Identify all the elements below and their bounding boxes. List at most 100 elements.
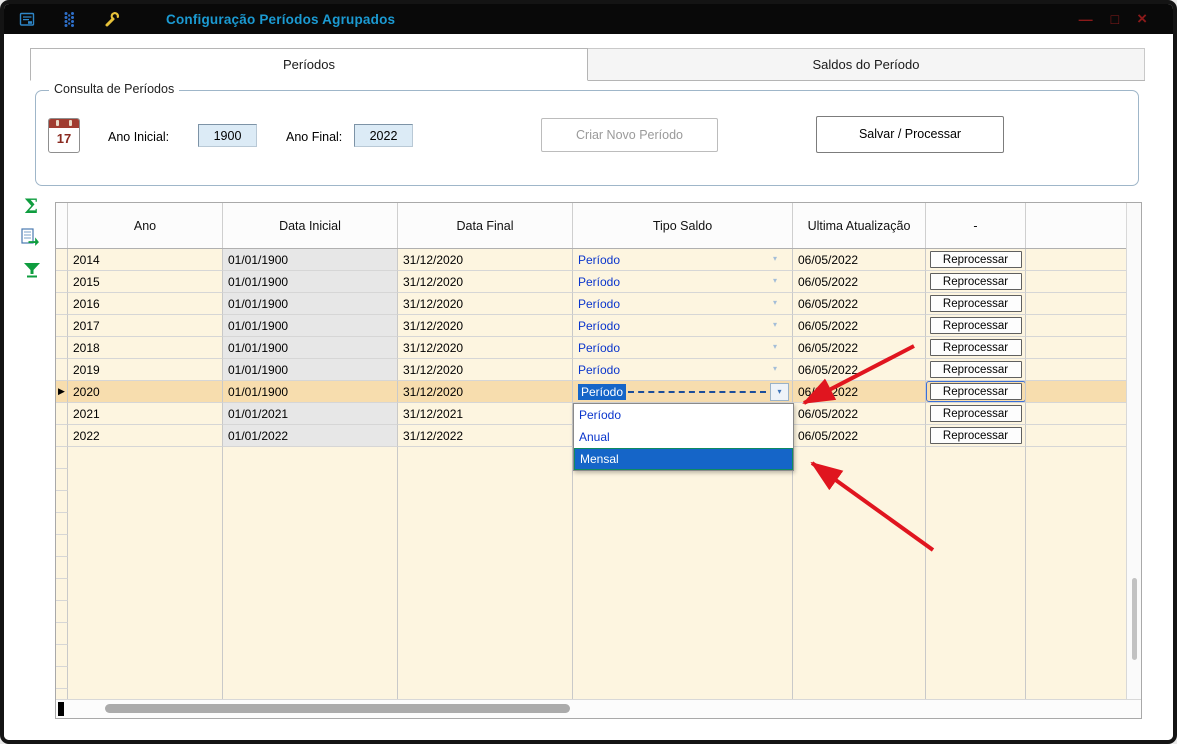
cell-data-inicial[interactable]: 01/01/1900 <box>223 293 398 315</box>
grid-header-data-final[interactable]: Data Final <box>398 203 573 248</box>
tab-periodos[interactable]: Períodos <box>30 48 588 81</box>
tab-saldos-do-periodo[interactable]: Saldos do Período <box>588 48 1145 80</box>
cell-ano[interactable]: 2020 <box>68 381 223 403</box>
grid-header-ano[interactable]: Ano <box>68 203 223 248</box>
cell-data-final[interactable]: 31/12/2022 <box>398 425 573 447</box>
cell-tipo-saldo[interactable]: Período ▾ <box>573 315 793 337</box>
ano-final-input[interactable] <box>354 124 413 147</box>
table-row: 2019 01/01/1900 31/12/2020 Período ▾ 06/05/20… <box>56 359 1127 381</box>
grid-header-data-inicial[interactable]: Data Inicial <box>223 203 398 248</box>
cell-data-final[interactable]: 31/12/2021 <box>398 403 573 425</box>
row-marker <box>56 557 68 579</box>
reprocessar-button[interactable]: Reprocessar <box>929 427 1022 444</box>
cell-tipo-saldo[interactable]: Período ▾ <box>573 249 793 271</box>
cell-ano[interactable]: 2018 <box>68 337 223 359</box>
empty-row <box>56 623 1127 645</box>
reprocessar-button[interactable]: Reprocessar <box>929 295 1022 312</box>
cell-ultima-atualizacao[interactable]: 06/05/2022 <box>793 293 926 315</box>
cell-tipo-saldo[interactable]: Período ▾ <box>573 293 793 315</box>
cell-data-inicial[interactable]: 01/01/2021 <box>223 403 398 425</box>
cell-ultima-atualizacao[interactable]: 06/05/2022 <box>793 315 926 337</box>
reprocessar-button[interactable]: Reprocessar <box>929 273 1022 290</box>
cell-actions: Reprocessar <box>926 403 1026 425</box>
cell-data-final[interactable]: 31/12/2020 <box>398 249 573 271</box>
cell-data-final[interactable]: 31/12/2020 <box>398 293 573 315</box>
cell-data-inicial[interactable]: 01/01/1900 <box>223 337 398 359</box>
empty-cell <box>223 513 398 535</box>
cell-ultima-atualizacao[interactable]: 06/05/2022 <box>793 359 926 381</box>
cell-actions: Reprocessar <box>926 337 1026 359</box>
dots-icon[interactable] <box>60 10 78 28</box>
minimize-button[interactable]: — <box>1079 11 1093 27</box>
vertical-scrollbar[interactable] <box>1126 203 1141 700</box>
cell-tipo-saldo[interactable]: Período ▾ <box>573 359 793 381</box>
reprocessar-button[interactable]: Reprocessar <box>929 361 1022 378</box>
vertical-scrollbar-thumb[interactable] <box>1132 578 1137 660</box>
dropdown-option[interactable]: Período <box>574 404 793 426</box>
cell-data-inicial[interactable]: 01/01/1900 <box>223 381 398 403</box>
tab-bar: Períodos Saldos do Período <box>30 48 1145 81</box>
cell-ano[interactable]: 2017 <box>68 315 223 337</box>
horizontal-scrollbar-thumb[interactable] <box>105 704 570 713</box>
cell-ultima-atualizacao[interactable]: 06/05/2022 <box>793 271 926 293</box>
reprocessar-button[interactable]: Reprocessar <box>929 251 1022 268</box>
maximize-button[interactable]: □ <box>1111 11 1119 27</box>
cell-data-final[interactable]: 31/12/2020 <box>398 359 573 381</box>
cell-ano[interactable]: 2014 <box>68 249 223 271</box>
cell-ultima-atualizacao[interactable]: 06/05/2022 <box>793 425 926 447</box>
cell-tipo-saldo[interactable]: Período ▾ <box>573 381 793 403</box>
cell-data-final[interactable]: 31/12/2020 <box>398 271 573 293</box>
reprocessar-button[interactable]: Reprocessar <box>929 339 1022 356</box>
cell-data-inicial[interactable]: 01/01/2022 <box>223 425 398 447</box>
window-controls: — □ × <box>1079 4 1147 34</box>
table-row: 2014 01/01/1900 31/12/2020 Período ▾ 06/05/20… <box>56 249 1127 271</box>
horizontal-scrollbar[interactable] <box>56 699 1141 718</box>
cell-ultima-atualizacao[interactable]: 06/05/2022 <box>793 337 926 359</box>
cell-data-final[interactable]: 31/12/2020 <box>398 337 573 359</box>
empty-cell <box>926 645 1026 667</box>
grid-header-actions[interactable]: - <box>926 203 1026 248</box>
export-grid-icon[interactable] <box>20 227 42 249</box>
cell-data-final[interactable]: 31/12/2020 <box>398 381 573 403</box>
cell-ultima-atualizacao[interactable]: 06/05/2022 <box>793 249 926 271</box>
cell-ano[interactable]: 2016 <box>68 293 223 315</box>
empty-cell <box>926 579 1026 601</box>
empty-cell <box>1026 623 1127 645</box>
close-button[interactable]: × <box>1137 10 1147 27</box>
grid-header-tipo-saldo[interactable]: Tipo Saldo <box>573 203 793 248</box>
empty-cell <box>573 623 793 645</box>
combo-dropdown-button[interactable]: ▾ <box>770 382 789 401</box>
salvar-processar-button[interactable]: Salvar / Processar <box>816 116 1004 153</box>
empty-cell <box>573 535 793 557</box>
cell-ultima-atualizacao[interactable]: 06/05/2022 <box>793 381 926 403</box>
table-body: Período Anual Mensal 2014 01/01/1900 31/12/2… <box>56 249 1127 700</box>
cell-data-inicial[interactable]: 01/01/1900 <box>223 271 398 293</box>
dropdown-option[interactable]: Mensal <box>574 448 793 470</box>
cell-tipo-saldo[interactable]: Período ▾ <box>573 337 793 359</box>
cell-ano[interactable]: 2021 <box>68 403 223 425</box>
ano-inicial-input[interactable] <box>198 124 257 147</box>
cell-data-inicial[interactable]: 01/01/1900 <box>223 315 398 337</box>
cell-data-final[interactable]: 31/12/2020 <box>398 315 573 337</box>
filter-icon[interactable] <box>23 262 45 284</box>
grid-header-ultima-atualizacao[interactable]: Ultima Atualização <box>793 203 926 248</box>
cell-ano[interactable]: 2015 <box>68 271 223 293</box>
wrench-icon[interactable] <box>102 10 120 28</box>
cell-ano[interactable]: 2022 <box>68 425 223 447</box>
empty-cell <box>573 469 793 491</box>
cell-tipo-saldo[interactable]: Período ▾ <box>573 271 793 293</box>
cell-data-inicial[interactable]: 01/01/1900 <box>223 359 398 381</box>
cell-ultima-atualizacao[interactable]: 06/05/2022 <box>793 403 926 425</box>
combo-selected-text: Período <box>578 383 627 400</box>
empty-cell <box>223 469 398 491</box>
cell-data-inicial[interactable]: 01/01/1900 <box>223 249 398 271</box>
form-icon[interactable] <box>18 10 36 28</box>
dropdown-option[interactable]: Anual <box>574 426 793 448</box>
reprocessar-button[interactable]: Reprocessar <box>929 317 1022 334</box>
reprocessar-button[interactable]: Reprocessar <box>929 383 1022 400</box>
sum-icon[interactable]: Σ <box>24 194 38 218</box>
cell-ano[interactable]: 2019 <box>68 359 223 381</box>
row-marker <box>56 359 68 381</box>
reprocessar-button[interactable]: Reprocessar <box>929 405 1022 422</box>
criar-novo-periodo-button[interactable]: Criar Novo Período <box>541 118 718 152</box>
